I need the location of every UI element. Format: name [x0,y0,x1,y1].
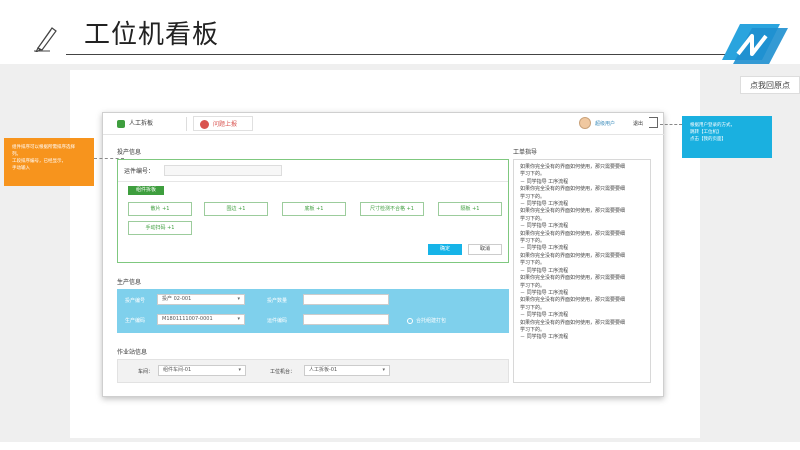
tab-issue-report[interactable]: 问题上报 [193,116,253,131]
shipping-code-input[interactable] [303,314,389,325]
chevron-down-icon: ▾ [382,367,385,373]
production-label-1: 投产编号 [125,298,146,304]
logout-icon[interactable] [649,117,658,128]
production-label-4: 运件编码 [267,318,288,324]
work-order-line: 如果你完全没有的界面如何使用，那只需要要细 [520,186,626,193]
work-order-line: 如果你完全没有的界面如何使用，那只需要要细 [520,208,626,215]
work-order-line: － 同学指导 工序流程 [520,267,569,274]
work-order-line: － 同学指导 工序流程 [520,334,569,341]
chevron-down-icon: ▾ [237,296,240,302]
machine-value: 人工拆板-01 [309,367,338,373]
work-order-line: 学习下的。 [520,304,546,311]
work-order-panel: 如果你完全没有的界面如何使用，那只需要要细 学习下的。－ 同学指导 工序流程 如果你… [513,159,651,383]
alert-icon [200,120,209,129]
production-number-value: 投产 02-001 [162,296,192,302]
right-callout-line-3: 点击【我的页面】 [690,137,726,142]
tab-manual-split-label: 人工拆板 [129,120,154,127]
dispatch-section-title: 投产信息 [117,149,142,156]
left-callout: 组件排序可以根据所需排序选择 列。 工段排序编号，已经显示， 手动输入 [4,138,94,186]
count-button-2[interactable]: 围边 +1 [204,202,268,216]
page-title: 工位机看板 [84,20,220,50]
wo-label: 运件编号： [124,168,155,175]
pack-checkbox-label: 合托组建打包 [416,318,447,324]
production-number-select[interactable]: 投产 02-001 ▾ [157,294,245,305]
count-button-1[interactable]: 散片 +1 [128,202,192,216]
app-window: 人工拆板 问题上报 超级用户 退出 投产信息 运件编号： 组件拆板 散片 +1 … [102,112,665,397]
production-label-2: 投产数量 [267,298,288,304]
right-callout-connector [660,124,682,125]
left-callout-line-2: 列。 [12,152,21,157]
production-qty-input[interactable] [303,294,389,305]
divider [118,181,508,182]
production-code-value: M1801111007-0001 [162,316,213,322]
work-order-line: 如果你完全没有的界面如何使用，那只需要要细 [520,230,626,237]
dispatch-panel: 运件编号： 组件拆板 散片 +1 围边 +1 底板 +1 尺寸检测不合格 +1 … [117,159,509,263]
count-button-3[interactable]: 底板 +1 [282,202,346,216]
right-callout-line-1: 根据用户登录的方式， [690,123,735,128]
cancel-button[interactable]: 取消 [468,244,502,255]
user-name[interactable]: 超级用户 [595,120,615,127]
work-order-line: 学习下的。 [520,260,546,267]
work-order-line: － 同学指导 工序流程 [520,223,569,230]
station-section-title: 作业站信息 [117,349,148,356]
workshop-label: 车间： [138,369,154,375]
tab-manual-split[interactable]: 人工拆板 [117,117,187,131]
work-order-line: － 同学指导 工序流程 [520,312,569,319]
count-button-5[interactable]: 隔板 +1 [438,202,502,216]
machine-label: 工位机台： [270,369,296,375]
work-order-title: 工单指导 [513,149,538,156]
tab-issue-report-label: 问题上报 [213,121,238,128]
work-order-line: 学习下的。 [520,193,546,200]
production-label-3: 生产编码 [125,318,146,324]
work-order-line: 学习下的。 [520,282,546,289]
chevron-down-icon: ▾ [237,316,240,322]
confirm-button[interactable]: 确定 [428,244,462,255]
left-callout-line-3: 工段排序编号，已经显示， [12,159,66,164]
work-order-line: 如果你完全没有的界面如何使用，那只需要要细 [520,297,626,304]
station-panel: 车间： 组件车间-01 ▾ 工位机台： 人工拆板-01 ▾ [117,359,509,383]
chevron-down-icon: ▾ [238,367,241,373]
workshop-select[interactable]: 组件车间-01 ▾ [158,365,246,376]
pack-checkbox[interactable]: 合托组建打包 [407,317,446,324]
left-callout-line-1: 组件排序可以根据所需排序选择 [12,145,75,150]
machine-select[interactable]: 人工拆板-01 ▾ [304,365,390,376]
production-code-select[interactable]: M1801111007-0001 ▾ [157,314,245,325]
left-callout-connector [94,158,124,159]
workshop-value: 组件车间-01 [163,367,192,373]
production-section-title: 生产信息 [117,279,142,286]
radio-icon [407,317,413,324]
restore-origin-button[interactable]: 点我回原点 [740,76,800,94]
count-button-4[interactable]: 尺寸检测不合格 +1 [360,202,424,216]
left-callout-line-4: 手动输入 [12,166,30,171]
work-order-line: 学习下的。 [520,171,546,178]
app-top-bar: 人工拆板 问题上报 超级用户 退出 [103,113,665,135]
component-split-button[interactable]: 组件拆板 [128,186,164,195]
right-callout-line-2: 跳转【工位机】 [690,130,722,135]
avatar[interactable] [579,117,591,129]
production-panel: 投产编号 投产 02-001 ▾ 投产数量 生产编码 M1801111007-00… [117,289,509,333]
logout-link[interactable]: 退出 [633,120,643,127]
work-order-line: 如果你完全没有的界面如何使用，那只需要要细 [520,319,626,326]
count-button-6[interactable]: 手动扫码 +1 [128,221,192,235]
work-order-line: － 同学指导 工序流程 [520,245,569,252]
work-order-line: 如果你完全没有的界面如何使用，那只需要要细 [520,275,626,282]
cube-icon [117,119,125,128]
pencil-icon [34,27,57,52]
right-callout: 根据用户登录的方式， 跳转【工位机】 点击【我的页面】 [682,116,772,158]
wo-input[interactable] [164,165,282,176]
title-divider [66,54,726,55]
